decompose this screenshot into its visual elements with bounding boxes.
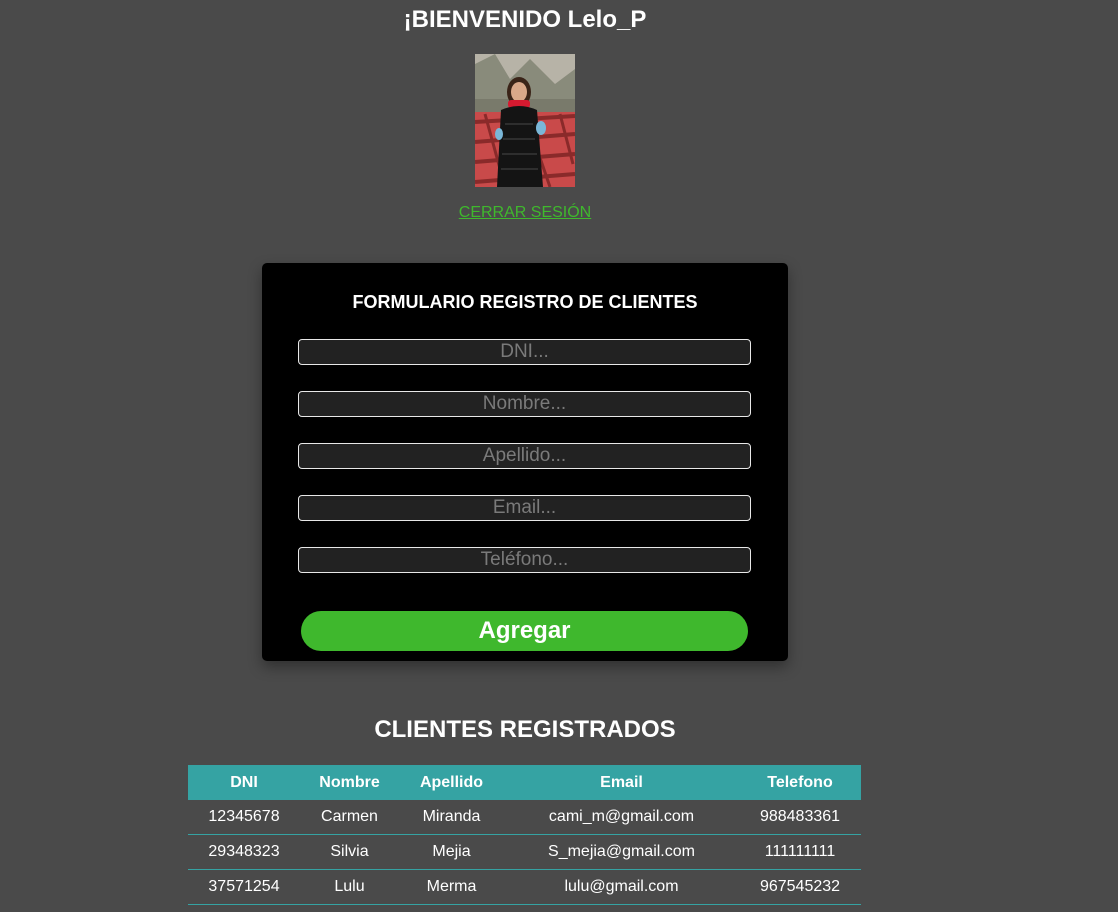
column-header-nombre: Nombre	[300, 765, 399, 800]
cell-nombre: Carmen	[300, 800, 399, 835]
cell-dni: 37571254	[188, 869, 300, 905]
cell-apellido: Mejia	[399, 834, 504, 870]
nombre-input[interactable]	[298, 391, 751, 417]
client-registration-form: FORMULARIO REGISTRO DE CLIENTES Agregar	[262, 263, 788, 661]
cell-nombre: Lulu	[300, 869, 399, 905]
page: ¡BIENVENIDO Lelo_P CERRAR SESIÓN FORMULA…	[0, 0, 1118, 912]
email-input[interactable]	[298, 495, 751, 521]
agregar-button[interactable]: Agregar	[301, 611, 748, 651]
dni-input[interactable]	[298, 339, 751, 365]
column-header-email: Email	[504, 765, 739, 800]
apellido-input[interactable]	[298, 443, 751, 469]
table-row: 12345678 Carmen Miranda cami_m@gmail.com…	[188, 800, 861, 835]
user-photo	[475, 54, 575, 187]
user-avatar	[475, 54, 575, 187]
cell-dni: 12345678	[188, 800, 300, 835]
cell-email: cami_m@gmail.com	[504, 800, 739, 835]
clients-table: DNI Nombre Apellido Email Telefono 12345…	[188, 765, 861, 905]
logout-link[interactable]: CERRAR SESIÓN	[459, 204, 591, 221]
logout-container: CERRAR SESIÓN	[0, 204, 1050, 222]
column-header-apellido: Apellido	[399, 765, 504, 800]
welcome-heading: ¡BIENVENIDO Lelo_P	[403, 6, 647, 33]
clients-title: CLIENTES REGISTRADOS	[374, 716, 676, 743]
cell-apellido: Merma	[399, 869, 504, 905]
cell-telefono: 967545232	[739, 869, 861, 905]
cell-telefono: 111111111	[739, 834, 861, 870]
cell-nombre: Silvia	[300, 834, 399, 870]
cell-apellido: Miranda	[399, 800, 504, 835]
telefono-input[interactable]	[298, 547, 751, 573]
cell-telefono: 988483361	[739, 800, 861, 835]
table-row: 29348323 Silvia Mejia S_mejia@gmail.com …	[188, 834, 861, 870]
form-title: FORMULARIO REGISTRO DE CLIENTES	[352, 292, 698, 312]
column-header-telefono: Telefono	[739, 765, 861, 800]
table-row: 37571254 Lulu Merma lulu@gmail.com 96754…	[188, 869, 861, 905]
cell-email: lulu@gmail.com	[504, 869, 739, 905]
table-header-row: DNI Nombre Apellido Email Telefono	[188, 765, 861, 800]
column-header-dni: DNI	[188, 765, 300, 800]
cell-dni: 29348323	[188, 834, 300, 870]
cell-email: S_mejia@gmail.com	[504, 834, 739, 870]
